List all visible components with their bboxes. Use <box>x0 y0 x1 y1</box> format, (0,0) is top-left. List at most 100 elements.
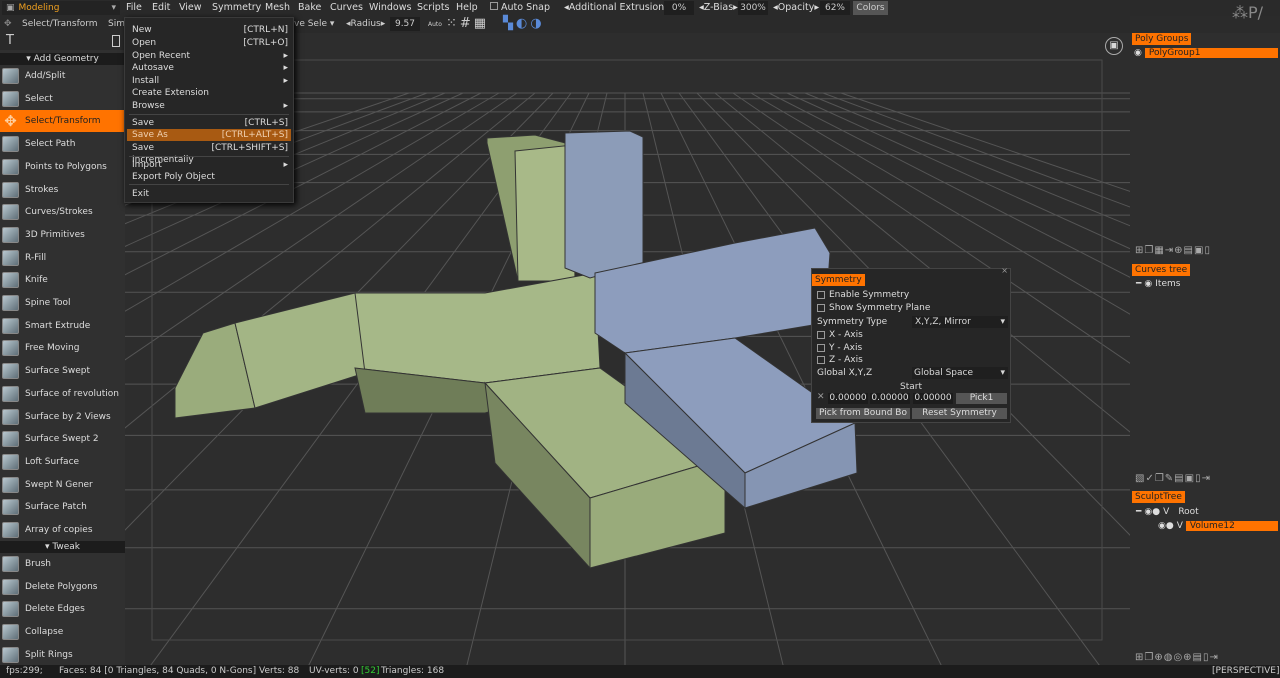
tool-spine-tool[interactable]: Spine Tool <box>0 292 125 314</box>
tool-knife[interactable]: Knife <box>0 269 125 291</box>
text-tool-icon[interactable]: T <box>6 33 14 48</box>
menu-bake[interactable]: Bake <box>298 2 321 13</box>
reset-symmetry-button[interactable]: Reset Symmetry <box>912 408 1007 419</box>
x-axis-checkbox[interactable]: X - Axis <box>817 330 863 340</box>
symmetry-icons[interactable]: ▚◐◑ <box>503 16 545 31</box>
rectangle-icon[interactable] <box>112 35 120 47</box>
tool-swept-n-gener[interactable]: Swept N Gener <box>0 474 125 496</box>
global-space-select[interactable]: Global Space ▾ <box>912 367 1008 379</box>
menu-file[interactable]: File <box>126 2 142 13</box>
file-menu-item-open[interactable]: Open [CTRL+O] <box>127 37 291 49</box>
file-menu-item-save-incrementally[interactable]: Save Incrementally [CTRL+SHIFT+S] <box>127 142 291 165</box>
curves-toolbar-icons[interactable]: ▧✓❐✎▤▣▯⇥ <box>1135 473 1211 484</box>
file-menu-item-autosave[interactable]: Autosave ▸ <box>127 62 291 74</box>
radius-label[interactable]: ◂Radius▸ <box>346 19 385 29</box>
tool-brush[interactable]: Brush <box>0 553 125 575</box>
add-geometry-header[interactable]: ▾ Add Geometry <box>0 53 125 65</box>
pick1-button[interactable]: Pick1 <box>956 393 1007 404</box>
menu-help[interactable]: Help <box>456 2 478 13</box>
tool-delete-edges[interactable]: Delete Edges <box>0 598 125 620</box>
root-row[interactable]: ━ ◉● V Root <box>1136 507 1199 517</box>
tool-add-split[interactable]: Add/Split <box>0 65 125 87</box>
file-menu-item-save-as[interactable]: Save As [CTRL+ALT+S] <box>127 129 291 141</box>
clear-icon[interactable]: ✕ <box>817 392 825 402</box>
menu-item-label: Save As <box>132 130 168 140</box>
tool-surface-by-2-views[interactable]: Surface by 2 Views <box>0 406 125 428</box>
file-menu-item-save[interactable]: Save [CTRL+S] <box>127 117 291 129</box>
snap-icons[interactable]: ⁙#▦ <box>446 16 489 31</box>
menu-windows[interactable]: Windows <box>369 2 411 13</box>
tool-smart-extrude[interactable]: Smart Extrude <box>0 315 125 337</box>
items-row[interactable]: ━ ◉ Items <box>1136 279 1180 289</box>
zbias-label[interactable]: ◂Z-Bias▸ <box>699 2 738 13</box>
tool-curves-strokes[interactable]: Curves/Strokes <box>0 201 125 223</box>
tool-select-transform[interactable]: ✥ Select/Transform <box>0 110 125 133</box>
tool-split-rings[interactable]: Split Rings <box>0 644 125 666</box>
tool-strokes[interactable]: Strokes <box>0 179 125 201</box>
sculpt-toolbar-icons[interactable]: ⊞❐⊕◍◎⊕▤▯⇥ <box>1135 652 1219 663</box>
close-icon[interactable]: × <box>1001 266 1008 275</box>
pick-from-bound-box-button[interactable]: Pick from Bound Bo <box>816 408 910 419</box>
start-z-input[interactable]: 0.00000 <box>913 393 953 404</box>
auto-button[interactable]: Auto <box>428 21 442 28</box>
file-menu-item-browse[interactable]: Browse ▸ <box>127 100 291 112</box>
opacity-label[interactable]: ◂Opacity▸ <box>773 2 819 13</box>
tool-points-to-polygons[interactable]: Points to Polygons <box>0 156 125 178</box>
menu-scripts[interactable]: Scripts <box>417 2 450 13</box>
curves-tree-tab[interactable]: Curves tree <box>1132 264 1191 276</box>
colors-button[interactable]: Colors <box>853 1 888 15</box>
menu-edit[interactable]: Edit <box>152 2 170 13</box>
y-axis-checkbox[interactable]: Y - Axis <box>817 343 862 353</box>
file-menu-item-create-extension[interactable]: Create Extension <box>127 87 291 99</box>
file-menu-item-export-poly-object[interactable]: Export Poly Object <box>127 171 291 183</box>
sim-dropdown[interactable]: Sim <box>108 19 125 29</box>
auto-snap-checkbox[interactable]: Auto Snap <box>490 2 550 13</box>
tool-collapse[interactable]: Collapse <box>0 621 125 643</box>
menu-curves[interactable]: Curves <box>330 2 363 13</box>
symmetry-type-select[interactable]: X,Y,Z, Mirror ▾ <box>912 316 1008 328</box>
poly-groups-tab[interactable]: Poly Groups <box>1132 33 1192 45</box>
file-menu-item-exit[interactable]: Exit <box>127 188 291 200</box>
mode-selector[interactable]: ▣ Modeling ▾ <box>2 1 120 15</box>
show-symmetry-plane-checkbox[interactable]: Show Symmetry Plane <box>817 303 930 313</box>
file-menu-item-new[interactable]: New [CTRL+N] <box>127 24 291 36</box>
file-menu-item-open-recent[interactable]: Open Recent ▸ <box>127 50 291 62</box>
tool-array-of-copies[interactable]: Array of copies <box>0 519 125 541</box>
tool-r-fill[interactable]: R-Fill <box>0 247 125 269</box>
tool-surface-swept-2[interactable]: Surface Swept 2 <box>0 428 125 450</box>
file-menu-item-import[interactable]: Import ▸ <box>127 159 291 171</box>
camera-icon[interactable]: ▣ <box>1105 37 1123 55</box>
zbias-value[interactable]: 300% <box>738 1 768 15</box>
tool-label: Surface Swept 2 <box>25 434 99 445</box>
tool-surface-of-revolution[interactable]: Surface of revolution <box>0 383 125 405</box>
file-menu-item-install[interactable]: Install ▸ <box>127 75 291 87</box>
start-y-input[interactable]: 0.00000 <box>870 393 910 404</box>
tweak-header[interactable]: ▾ Tweak <box>0 541 125 553</box>
enable-symmetry-checkbox[interactable]: Enable Symmetry <box>817 290 909 300</box>
tool-surface-swept[interactable]: Surface Swept <box>0 360 125 382</box>
selection-mode-dropdown[interactable]: ve Sele ▾ <box>294 19 334 29</box>
additional-extrusion-value[interactable]: 0% <box>664 1 694 15</box>
tool-loft-surface[interactable]: Loft Surface <box>0 451 125 473</box>
start-x-input[interactable]: 0.00000 <box>828 393 868 404</box>
opacity-value[interactable]: 62% <box>820 1 850 15</box>
eye-icon[interactable]: ◉ <box>1134 48 1142 58</box>
tool-free-moving[interactable]: Free Moving <box>0 337 125 359</box>
tool-3d-primitives[interactable]: 3D Primitives <box>0 224 125 246</box>
menu-symmetry[interactable]: Symmetry <box>212 2 261 13</box>
sculpt-tree-tab[interactable]: SculptTree <box>1132 491 1185 503</box>
eye-icon[interactable]: ◉ <box>1144 279 1152 289</box>
additional-extrusion-label[interactable]: ◂Additional Extrusion▸ <box>564 2 669 13</box>
menu-view[interactable]: View <box>179 2 202 13</box>
volume-row[interactable]: ◉● V Volume12 <box>1158 521 1278 531</box>
tool-select[interactable]: Select <box>0 88 125 110</box>
tool-delete-polygons[interactable]: Delete Polygons <box>0 576 125 598</box>
menu-mesh[interactable]: Mesh <box>265 2 290 13</box>
radius-value[interactable]: 9.57 <box>390 17 420 31</box>
tool-surface-patch[interactable]: Surface Patch <box>0 496 125 518</box>
z-axis-checkbox[interactable]: Z - Axis <box>817 355 863 365</box>
tool-select-path[interactable]: Select Path <box>0 133 125 155</box>
tool-icon <box>2 408 19 425</box>
polygroup-toolbar-icons[interactable]: ⊞❐▦⇥⊕▤▣▯ <box>1135 245 1211 256</box>
polygroup-row[interactable]: ◉ PolyGroup1 <box>1134 48 1278 58</box>
